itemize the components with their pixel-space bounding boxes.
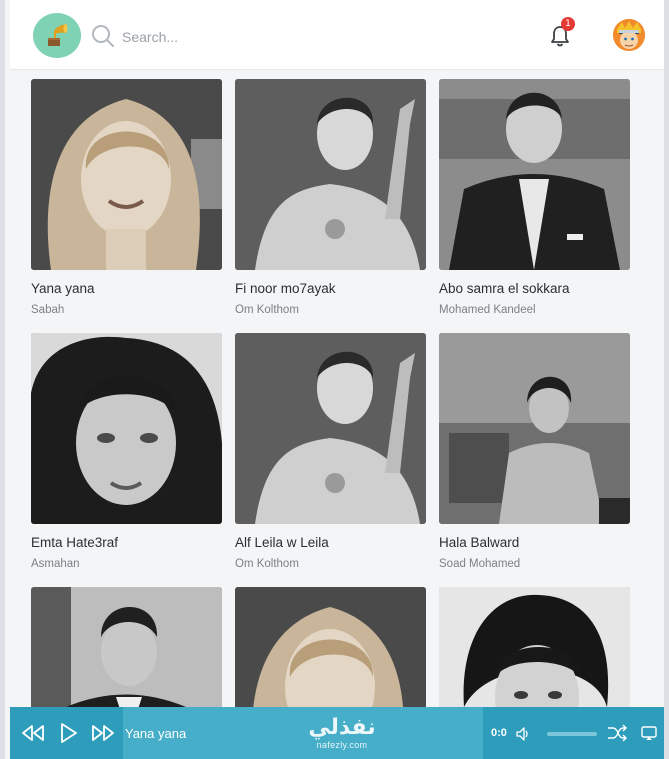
avatar[interactable] — [613, 19, 645, 51]
song-title[interactable]: Fi noor mo7ayak — [235, 281, 426, 299]
song-cover-image[interactable] — [235, 333, 426, 524]
rewind-icon[interactable] — [20, 722, 46, 744]
notification-badge: 1 — [561, 17, 575, 31]
song-cover-image[interactable] — [31, 79, 222, 270]
brand-latin: nafezly.com — [316, 740, 368, 750]
song-card[interactable]: Yana yana Sabah — [31, 79, 222, 316]
song-cover-image[interactable] — [235, 79, 426, 270]
song-artist[interactable]: Om Kolthom — [235, 304, 426, 316]
song-artist[interactable]: Sabah — [31, 304, 222, 316]
song-cover-image[interactable] — [31, 333, 222, 524]
song-artist[interactable]: Asmahan — [31, 558, 222, 570]
song-artist[interactable]: Mohamed Kandeel — [439, 304, 630, 316]
song-cover-image[interactable] — [439, 79, 630, 270]
song-card[interactable]: Fi noor mo7ayak Om Kolthom — [235, 79, 426, 316]
song-card[interactable]: Abo samra el sokkara Mohamed Kandeel — [439, 79, 630, 316]
brand-arabic: نفذلي — [308, 715, 376, 740]
seek-bar[interactable] — [547, 732, 597, 736]
search-icon[interactable] — [90, 23, 116, 49]
song-artist[interactable]: Om Kolthom — [235, 558, 426, 570]
speaker-icon[interactable] — [515, 726, 531, 742]
brand-watermark: نفذلي nafezly.com — [297, 716, 387, 752]
elapsed-time: 0:0 — [491, 727, 507, 739]
top-header: 1 — [10, 0, 664, 70]
cast-icon[interactable] — [640, 724, 658, 742]
song-title[interactable]: Hala Balward — [439, 535, 630, 553]
app-window: 1 — [0, 0, 669, 759]
play-icon[interactable] — [57, 722, 79, 744]
shuffle-icon[interactable] — [607, 724, 627, 742]
song-card[interactable]: Emta Hate3raf Asmahan — [31, 333, 222, 570]
song-title[interactable]: Alf Leila w Leila — [235, 535, 426, 553]
song-card[interactable]: Alf Leila w Leila Om Kolthom — [235, 333, 426, 570]
song-card[interactable]: Hala Balward Soad Mohamed — [439, 333, 630, 570]
song-title[interactable]: Emta Hate3raf — [31, 535, 222, 553]
gramophone-icon[interactable] — [33, 13, 81, 58]
song-title[interactable]: Yana yana — [31, 281, 222, 299]
song-title[interactable]: Abo samra el sokkara — [439, 281, 630, 299]
song-cover-image[interactable] — [439, 333, 630, 524]
now-playing-title: Yana yana — [125, 726, 187, 741]
song-artist[interactable]: Soad Mohamed — [439, 558, 630, 570]
audio-player: Yana yana نفذلي nafezly.com 0:0 — [10, 707, 664, 759]
search-input[interactable] — [122, 26, 322, 48]
fast-forward-icon[interactable] — [90, 722, 116, 744]
